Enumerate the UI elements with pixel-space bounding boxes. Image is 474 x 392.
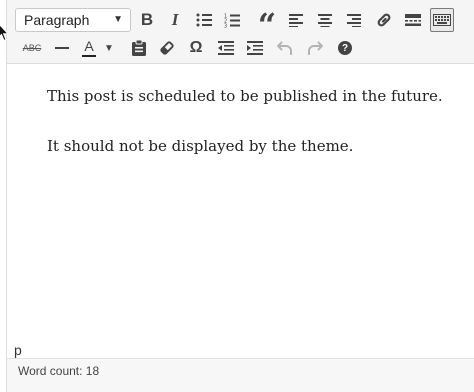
align-right-button[interactable]	[342, 8, 366, 32]
align-left-button[interactable]	[284, 8, 308, 32]
editor-content-area[interactable]: This post is scheduled to be published i…	[7, 64, 474, 340]
toolbar-toggle-button[interactable]	[430, 8, 454, 32]
link-icon	[377, 13, 391, 27]
numbered-list-button[interactable]: 1 2 3	[220, 8, 244, 32]
help-icon: ?	[338, 41, 352, 55]
omega-icon: Ω	[189, 39, 203, 56]
toolbar-row-2: ABC A ▼ Ω ?	[7, 33, 474, 61]
clipboard-icon	[132, 40, 146, 56]
horizontal-line-icon	[55, 47, 69, 49]
chevron-down-icon: ▼	[104, 42, 114, 54]
indent-icon	[247, 41, 263, 55]
align-right-icon	[347, 14, 361, 27]
blockquote-button[interactable]: “	[255, 8, 279, 41]
chevron-down-icon: ▼	[113, 14, 123, 25]
read-more-button[interactable]	[401, 8, 425, 32]
strikethrough-icon: ABC	[22, 43, 42, 53]
status-bar: Word count: 18	[7, 358, 474, 392]
eraser-icon	[160, 41, 174, 55]
italic-icon: I	[171, 10, 179, 29]
format-select-value: Paragraph	[24, 12, 90, 28]
toolbar-row-1: Paragraph ▼ B I 1 2 3 “	[7, 5, 474, 41]
text-color-button[interactable]: A	[77, 36, 101, 60]
keyboard-shortcuts-button[interactable]: ?	[333, 36, 357, 60]
bold-button[interactable]: B	[135, 8, 159, 32]
clear-formatting-button[interactable]	[155, 36, 179, 60]
format-select[interactable]: Paragraph ▼	[15, 8, 131, 32]
align-center-button[interactable]	[313, 8, 337, 32]
text-color-dropdown[interactable]: ▼	[102, 36, 116, 60]
redo-button[interactable]	[303, 36, 327, 60]
bulleted-list-icon	[196, 13, 212, 27]
numbered-list-icon: 1 2 3	[224, 13, 240, 28]
word-count: Word count: 18	[18, 364, 100, 378]
content-paragraph[interactable]: This post is scheduled to be published i…	[47, 87, 443, 105]
decrease-indent-button[interactable]	[214, 36, 238, 60]
bulleted-list-button[interactable]	[192, 8, 216, 32]
horizontal-line-button[interactable]	[50, 36, 74, 60]
insert-link-button[interactable]	[372, 8, 396, 32]
editor-toolbar: Paragraph ▼ B I 1 2 3 “ ABC A ▼ Ω ?	[7, 0, 474, 64]
italic-button[interactable]: I	[163, 8, 187, 32]
outdent-icon	[218, 41, 234, 55]
element-path[interactable]: p	[14, 342, 22, 358]
keyboard-icon	[433, 14, 451, 26]
text-color-letter: A	[84, 38, 94, 54]
undo-icon	[277, 41, 292, 55]
undo-button[interactable]	[273, 36, 297, 60]
strikethrough-button[interactable]: ABC	[20, 36, 44, 60]
align-center-icon	[318, 14, 332, 27]
read-more-icon	[405, 14, 421, 26]
content-paragraph[interactable]: It should not be displayed by the theme.	[47, 137, 353, 155]
paste-as-text-button[interactable]	[127, 36, 151, 60]
special-character-button[interactable]: Ω	[184, 36, 208, 60]
bold-icon: B	[140, 10, 154, 29]
redo-icon	[308, 41, 323, 55]
svg-text:3: 3	[224, 23, 227, 28]
increase-indent-button[interactable]	[243, 36, 267, 60]
text-color-icon: A	[82, 39, 96, 57]
help-icon-glyph: ?	[341, 42, 349, 54]
align-left-icon	[289, 14, 303, 27]
